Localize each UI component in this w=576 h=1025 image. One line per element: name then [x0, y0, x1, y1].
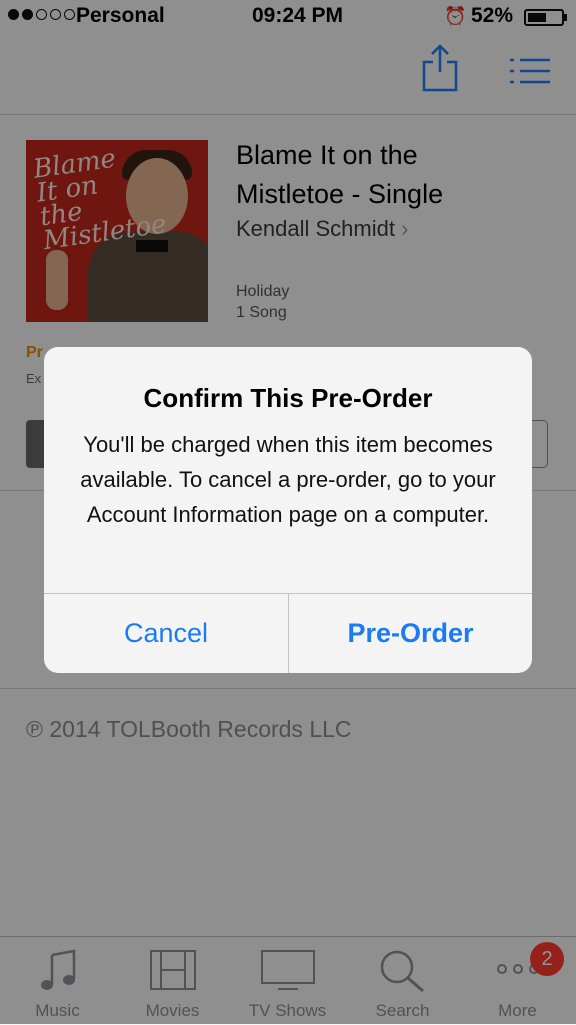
cancel-button[interactable]: Cancel: [44, 594, 288, 673]
alert-title: Confirm This Pre-Order: [143, 383, 433, 413]
alert-message: You'll be charged when this item becomes…: [80, 432, 496, 527]
preorder-alert: Confirm This Pre-Order You'll be charged…: [44, 347, 532, 673]
preorder-button[interactable]: Pre-Order: [289, 594, 532, 673]
